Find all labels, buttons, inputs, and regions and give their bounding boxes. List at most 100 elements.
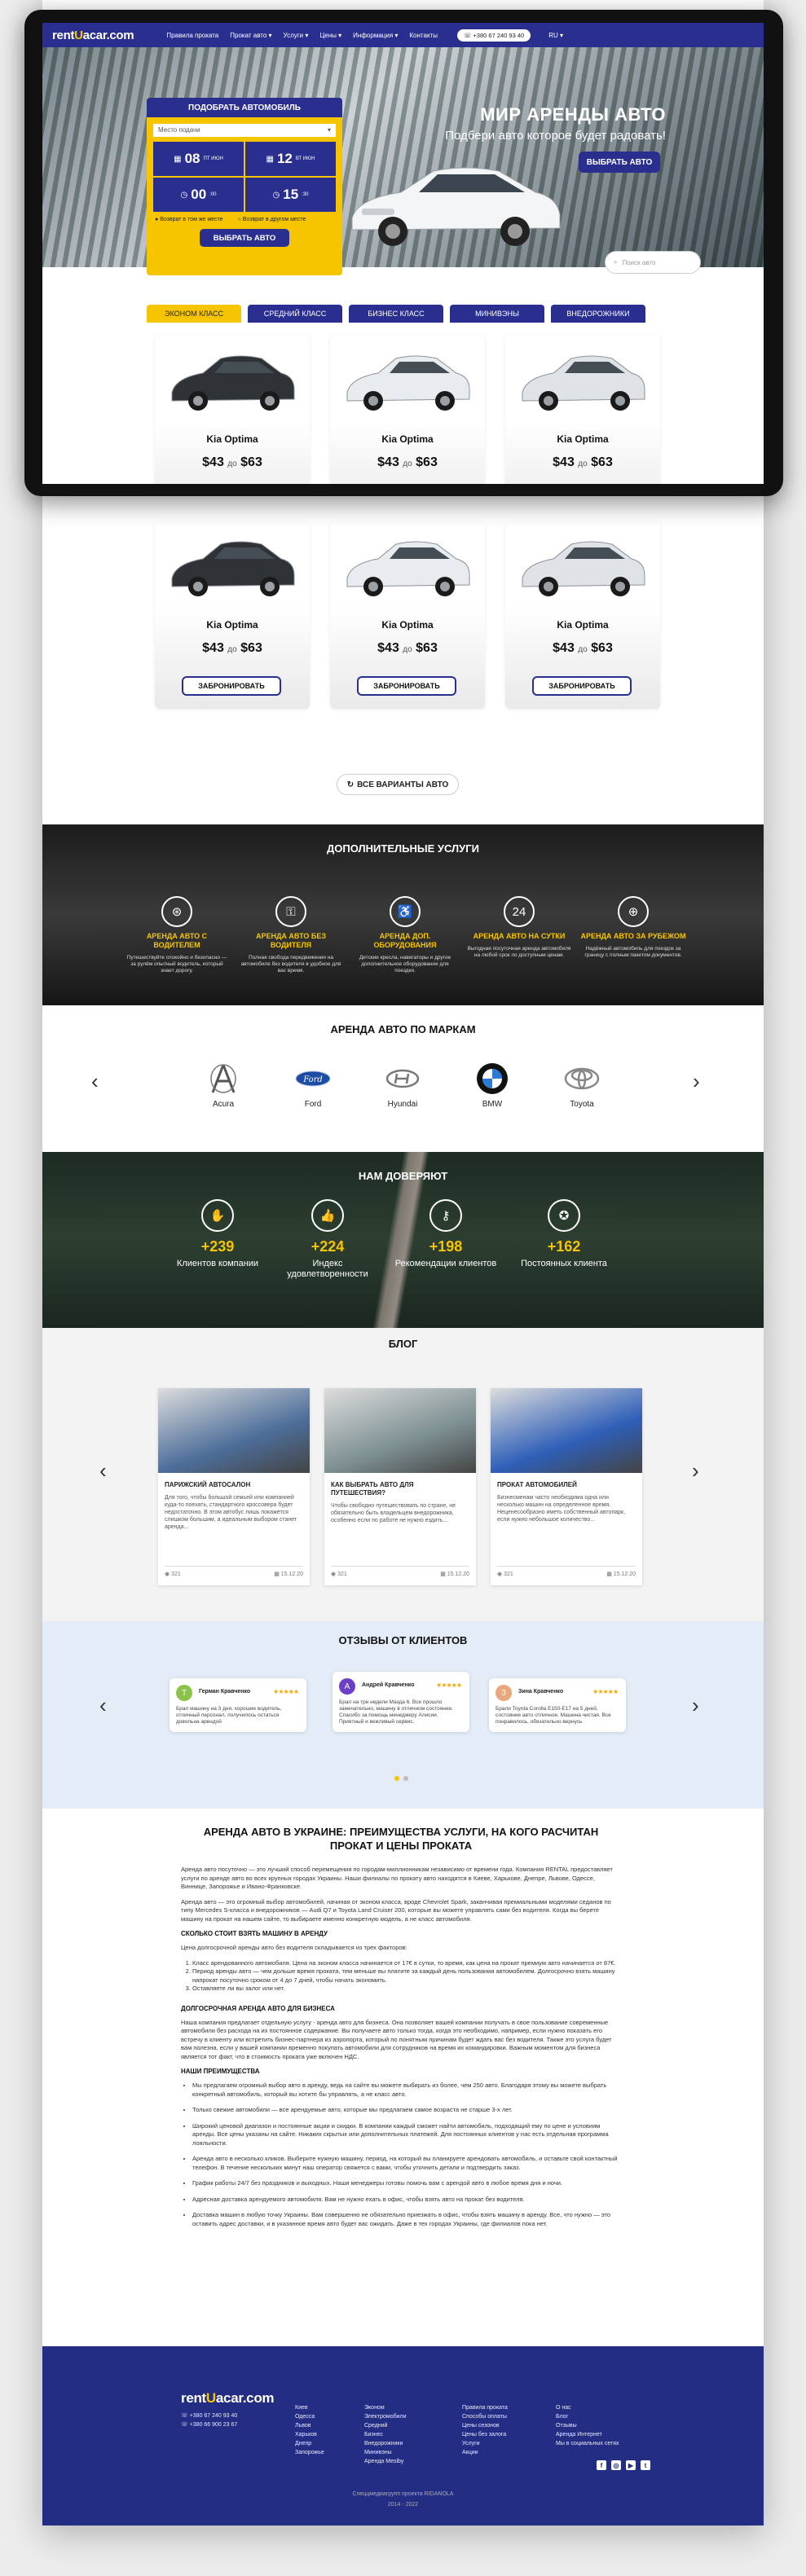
blog-post-card[interactable]: КАК ВЫБРАТЬ АВТО ДЛЯ ПУТЕШЕСТВИЯ? Чтобы с… [324,1388,476,1585]
reviews-prev-arrow[interactable]: ‹ [99,1693,107,1718]
footer-link[interactable]: Эконом [364,2403,407,2412]
nav-item-prices[interactable]: Цены ▾ [319,32,341,39]
footer-link[interactable]: Одесса [295,2412,324,2421]
footer-link[interactable]: Киев [295,2403,324,2412]
footer-link[interactable]: Днепр [295,2439,324,2448]
tab-minivans[interactable]: МИНИВЭНЫ [450,305,544,323]
pagination-dot[interactable] [394,1776,399,1781]
language-selector[interactable]: RU ▾ [548,32,563,39]
footer-col-cities: Киев Одесса Львов Харьков Днепр Запорожье [295,2403,324,2457]
brands-prev-arrow[interactable]: ‹ [91,1069,99,1094]
car-name: Kia Optima [557,619,609,631]
article-title: АРЕНДА АВТО В УКРАИНЕ: ПРЕИМУЩЕСТВА УСЛУ… [203,1826,599,1852]
return-time[interactable]: ◷ 15 :30 [245,178,336,212]
book-button[interactable]: ЗАБРОНИРОВАТЬ [357,676,456,696]
eye-icon: ◉ [331,1572,338,1577]
service-item[interactable]: 24 АРЕНДА АВТО НА СУТКИ Выгодная посуточна… [466,896,572,959]
footer-link[interactable]: Блог [556,2412,619,2421]
car-name: Kia Optima [381,619,434,631]
book-button[interactable]: ЗАБРОНИРОВАТЬ [532,676,632,696]
tab-suvs[interactable]: ВНЕДОРОЖНИКИ [551,305,645,323]
footer-link[interactable]: Электромобили [364,2412,407,2421]
footer-logo[interactable]: rentUacar.com [181,2390,275,2407]
search-icon: ⌕ [614,258,618,266]
site-logo[interactable]: rentUacar.com [52,29,134,42]
tab-business[interactable]: БИЗНЕС КЛАСС [349,305,443,323]
footer-link[interactable]: Акции [462,2448,508,2457]
footer-link[interactable]: Внедорожники [364,2439,407,2448]
blog-post-card[interactable]: ПРОКАТ АВТОМОБИЛЕЙ Бизнесменам часто необ… [491,1388,642,1585]
blog-post-card[interactable]: ПАРИЖСКИЙ АВТОСАЛОН Для того, чтобы больш… [158,1388,310,1585]
youtube-icon[interactable]: ▶ [626,2460,636,2470]
footer-link[interactable]: Способы оплаты [462,2412,508,2421]
footer-link[interactable]: Минивэны [364,2448,407,2457]
service-item[interactable]: ♿ АРЕНДА ДОП. ОБОРУДОВАНИЯ Детские кресла,… [352,896,458,974]
pickup-location-select[interactable]: Место подачи ▾ [153,124,336,137]
return-date[interactable]: ▦ 12 ВТ ИЮН [245,142,336,176]
facebook-icon[interactable]: f [597,2460,606,2470]
twitter-icon[interactable]: t [641,2460,650,2470]
reviews-next-arrow[interactable]: › [692,1693,699,1718]
all-cars-button[interactable]: ↻ ВСЕ ВАРИАНТЫ АВТО [337,774,459,795]
phone-button[interactable]: ☏ +380 67 240 93 40 [456,29,531,42]
form-submit-button[interactable]: ВЫБРАТЬ АВТО [200,229,289,247]
footer-link[interactable]: Средний [364,2421,407,2430]
reviews-title: ОТЗЫВЫ ОТ КЛИЕНТОВ [338,1634,468,1646]
review-card: З Зина Кравченко ★★★★★ Брали Toyota Corolla… [489,1678,626,1732]
medal-icon: ✪ [548,1199,580,1232]
hero-choose-car-button[interactable]: ВЫБРАТЬ АВТО [579,152,660,173]
footer-phone[interactable]: ☏ +380 66 900 23 67 [181,2420,237,2429]
search-input[interactable]: ⌕ Поиск авто [605,251,701,274]
footer-link[interactable]: Услуги [462,2439,508,2448]
footer-phone[interactable]: ☏ +380 67 240 93 40 [181,2411,237,2420]
blog-prev-arrow[interactable]: ‹ [99,1458,107,1484]
footer-link[interactable]: Аренда Mesiby [364,2457,407,2466]
service-item[interactable]: ⚿ АРЕНДА АВТО БЕЗ ВОДИТЕЛЯ Полная свобода … [238,896,344,974]
same-place-checkbox[interactable]: ● Возврат в том же месте [155,217,223,222]
footer-link[interactable]: О нас [556,2403,619,2412]
footer-link[interactable]: Львов [295,2421,324,2430]
hero-title: МИР АРЕНДЫ АВТО [480,104,666,125]
nav-item-contacts[interactable]: Контакты [409,32,438,39]
article-paragraph: Наша компания предлагает отдельную услуг… [181,2018,612,2060]
brand-toyota[interactable]: Toyota [549,1062,614,1109]
star-rating: ★★★★★ [592,1688,619,1695]
footer-link[interactable]: Аренда Интернет [556,2430,619,2439]
footer-link[interactable]: Цены сезонов [462,2421,508,2430]
chevron-down-icon: ▾ [327,126,331,134]
book-button[interactable]: ЗАБРОНИРОВАТЬ [182,676,281,696]
footer-link[interactable]: Правила проката [462,2403,508,2412]
footer-link[interactable]: Бизнес [364,2430,407,2439]
footer-link[interactable]: Мы в социальных сетях [556,2439,619,2448]
brand-ford[interactable]: Ford Ford [280,1062,346,1109]
instagram-icon[interactable]: ◎ [611,2460,621,2470]
other-place-checkbox[interactable]: ○ Возврат в другом месте [238,217,306,222]
nav-item-rental[interactable]: Прокат авто ▾ [230,32,271,39]
brand-bmw[interactable]: BMW [460,1062,525,1109]
services-section: ДОПОЛНИТЕЛЬНЫЕ УСЛУГИ ⊛ АРЕНДА АВТО С ВОД… [42,824,764,1005]
list-item: Широкий ценовой диапазон и постоянные ак… [192,2122,621,2148]
tab-middle[interactable]: СРЕДНИЙ КЛАСС [248,305,342,323]
blog-section: БЛОГ ‹ › ПАРИЖСКИЙ АВТОСАЛОН Для того, чт… [42,1328,764,1621]
footer-link[interactable]: Запорожье [295,2448,324,2457]
service-item[interactable]: ⊕ АРЕНДА АВТО ЗА РУБЕЖОМ Надёжный автомоби… [580,896,686,959]
pickup-time[interactable]: ◷ 00 :00 [153,178,244,212]
footer-link[interactable]: Харьков [295,2430,324,2439]
tab-economy[interactable]: ЭКОНОМ КЛАСС [147,305,241,323]
footer-link[interactable]: Цены без залога [462,2430,508,2439]
brand-hyundai[interactable]: Hyundai [370,1062,435,1109]
pickup-date[interactable]: ▦ 08 ПТ ИЮН [153,142,244,176]
footer-link[interactable]: Отзывы [556,2421,619,2430]
footer-copyright: Спеццмедиагрупп проекта RIDANOLA 2014 - … [352,2491,454,2508]
pagination-dot[interactable] [403,1776,408,1781]
star-rating: ★★★★★ [273,1688,299,1695]
nav-item-rules[interactable]: Правила проката [166,32,218,39]
calendar-icon: ▦ [440,1572,447,1577]
brands-next-arrow[interactable]: › [693,1069,700,1094]
brand-acura[interactable]: Acura [191,1062,256,1109]
service-item[interactable]: ⊛ АРЕНДА АВТО С ВОДИТЕЛЕМ Путешествуйте сп… [124,896,230,974]
blog-next-arrow[interactable]: › [692,1458,699,1484]
nav-item-services[interactable]: Услуги ▾ [284,32,309,39]
nav-item-info[interactable]: Информация ▾ [353,32,398,39]
car-image [522,541,645,596]
